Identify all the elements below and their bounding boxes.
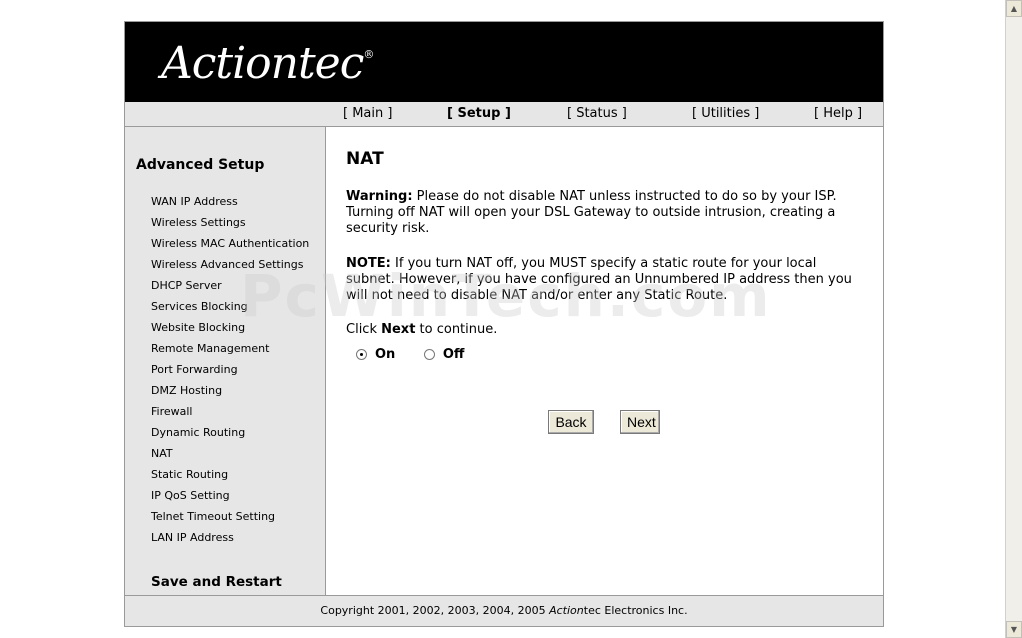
- nat-off-option[interactable]: Off: [423, 347, 465, 362]
- note-text: If you turn NAT off, you MUST specify a …: [346, 256, 852, 303]
- sidebar-item-dynamic-routing[interactable]: Dynamic Routing: [151, 426, 309, 447]
- note-label: NOTE:: [346, 256, 391, 271]
- sidebar-item-port-forwarding[interactable]: Port Forwarding: [151, 363, 309, 384]
- nat-off-label: Off: [442, 347, 465, 362]
- sidebar-menu: WAN IP Address Wireless Settings Wireles…: [151, 195, 309, 552]
- footer-copyright: Copyright 2001, 2002, 2003, 2004, 2005 A…: [125, 595, 883, 626]
- nat-on-label: On: [375, 347, 396, 362]
- nat-off-radio[interactable]: [423, 349, 435, 360]
- sidebar-item-services-blocking[interactable]: Services Blocking: [151, 300, 309, 321]
- sidebar-item-nat[interactable]: NAT: [151, 447, 309, 468]
- page-title: NAT: [346, 149, 384, 169]
- scroll-up-arrow-icon[interactable]: ▲: [1006, 0, 1022, 17]
- warning-label: Warning:: [346, 189, 413, 204]
- sidebar-item-remote-management[interactable]: Remote Management: [151, 342, 309, 363]
- header-banner: Actiontec®: [125, 22, 883, 102]
- sidebar-item-website-blocking[interactable]: Website Blocking: [151, 321, 309, 342]
- nav-main[interactable]: [ Main ]: [343, 106, 392, 121]
- sidebar-item-wireless-advanced-settings[interactable]: Wireless Advanced Settings: [151, 258, 309, 279]
- scroll-down-arrow-icon[interactable]: ▼: [1006, 621, 1022, 638]
- sidebar-item-firewall[interactable]: Firewall: [151, 405, 309, 426]
- nat-on-option[interactable]: On: [356, 347, 395, 362]
- next-button[interactable]: Next: [620, 410, 660, 434]
- sidebar-item-lan-ip-address[interactable]: LAN IP Address: [151, 531, 309, 552]
- sidebar-item-ip-qos-setting[interactable]: IP QoS Setting: [151, 489, 309, 510]
- continue-instruction: Click Next to continue.: [346, 322, 498, 337]
- nav-status[interactable]: [ Status ]: [567, 106, 627, 121]
- sidebar-item-dmz-hosting[interactable]: DMZ Hosting: [151, 384, 309, 405]
- sidebar: Advanced Setup WAN IP Address Wireless S…: [125, 127, 326, 595]
- actiontec-logo: Actiontec®: [161, 38, 374, 89]
- nav-help[interactable]: [ Help ]: [814, 106, 862, 121]
- sidebar-item-wireless-settings[interactable]: Wireless Settings: [151, 216, 309, 237]
- sidebar-item-wan-ip-address[interactable]: WAN IP Address: [151, 195, 309, 216]
- nav-setup[interactable]: [ Setup ]: [447, 106, 511, 121]
- sidebar-heading: Advanced Setup: [136, 157, 265, 173]
- page-frame: Actiontec® [ Main ] [ Setup ] [ Status ]…: [124, 21, 884, 627]
- main-content: NAT Warning: Please do not disable NAT u…: [326, 127, 883, 595]
- back-button[interactable]: Back: [548, 410, 594, 434]
- note-paragraph: NOTE: If you turn NAT off, you MUST spec…: [346, 256, 866, 304]
- nav-utilities[interactable]: [ Utilities ]: [692, 106, 759, 121]
- vertical-scrollbar[interactable]: ▲ ▼: [1005, 0, 1022, 638]
- sidebar-item-dhcp-server[interactable]: DHCP Server: [151, 279, 309, 300]
- save-and-restart-link[interactable]: Save and Restart: [151, 574, 282, 590]
- nat-on-radio[interactable]: [356, 349, 367, 360]
- top-navigation: [ Main ] [ Setup ] [ Status ] [ Utilitie…: [125, 102, 883, 127]
- sidebar-item-telnet-timeout-setting[interactable]: Telnet Timeout Setting: [151, 510, 309, 531]
- sidebar-item-wireless-mac-authentication[interactable]: Wireless MAC Authentication: [151, 237, 309, 258]
- warning-paragraph: Warning: Please do not disable NAT unles…: [346, 189, 866, 237]
- nat-radio-group: On Off: [356, 347, 488, 362]
- sidebar-item-static-routing[interactable]: Static Routing: [151, 468, 309, 489]
- warning-text: Please do not disable NAT unless instruc…: [346, 189, 837, 236]
